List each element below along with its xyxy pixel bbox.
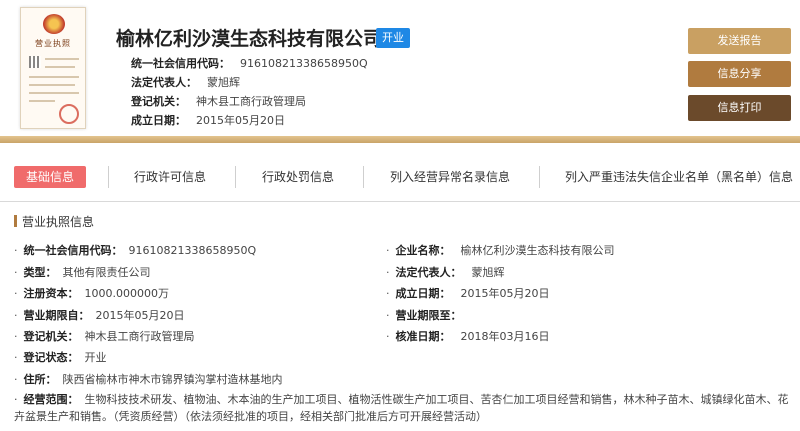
field-authority: · 登记机关： 神木县工商行政管理局 — [14, 328, 195, 344]
field-founded-label: 成立日期： — [395, 287, 451, 300]
field-reg-status-value: 开业 — [84, 351, 107, 364]
field-term-from: · 营业期限自： 2015年05月20日 — [14, 307, 185, 323]
header-authority-value: 神木县工商行政管理局 — [196, 95, 306, 108]
send-report-button[interactable]: 发送报告 — [688, 28, 791, 54]
field-business-scope: · 经营范围： 生物科技技术研发、植物油、木本油的生产加工项目、植物活性碳生产加工项… — [14, 391, 794, 425]
bullet-icon: · — [14, 309, 18, 322]
field-credit-code-value: 91610821338658950Q — [128, 244, 257, 257]
bullet-icon: · — [14, 330, 18, 343]
status-badge: 开业 — [376, 28, 410, 48]
info-tabs: 基础信息 行政许可信息 行政处罚信息 列入经营异常名录信息 列入严重违法失信企业… — [0, 152, 800, 202]
section-title-text: 营业执照信息 — [22, 215, 95, 229]
bullet-icon: · — [14, 244, 18, 257]
bullet-icon: · — [386, 244, 390, 257]
header-founded-label: 成立日期： — [131, 114, 186, 127]
field-address: · 住所： 陕西省榆林市神木市锦界镇沟掌村造林基地内 — [14, 371, 283, 387]
tab-abnormal-operation[interactable]: 列入经营异常名录信息 — [390, 166, 510, 188]
bullet-icon: · — [14, 373, 18, 386]
field-approval-date-label: 核准日期： — [395, 330, 451, 343]
field-capital-label: 注册资本： — [23, 287, 79, 300]
print-info-button[interactable]: 信息打印 — [688, 95, 791, 121]
header-authority-label: 登记机关： — [131, 95, 186, 108]
business-license-thumbnail[interactable]: 营业执照 — [20, 7, 86, 129]
field-credit-code-label: 统一社会信用代码： — [23, 244, 123, 257]
tab-blacklist[interactable]: 列入严重违法失信企业名单（黑名单）信息 — [565, 166, 793, 188]
field-type-label: 类型： — [23, 266, 57, 279]
tab-admin-penalty[interactable]: 行政处罚信息 — [262, 166, 334, 188]
header-founded-value: 2015年05月20日 — [196, 114, 285, 127]
section-marker — [14, 215, 17, 227]
tab-admin-license[interactable]: 行政许可信息 — [134, 166, 206, 188]
header-credit-code-value: 91610821338658950Q — [240, 57, 368, 70]
header-credit-code: 统一社会信用代码： 91610821338658950Q — [131, 55, 368, 71]
bullet-icon: · — [14, 287, 18, 300]
header-legal-rep-value: 蒙旭辉 — [207, 76, 240, 89]
field-type: · 类型： 其他有限责任公司 — [14, 264, 151, 280]
national-emblem-icon — [43, 14, 65, 34]
field-founded-value: 2015年05月20日 — [460, 287, 550, 300]
license-text-line — [29, 100, 55, 102]
tab-separator — [235, 166, 236, 188]
field-reg-status-label: 登记状态： — [23, 351, 79, 364]
bullet-icon: · — [14, 393, 18, 406]
field-reg-status: · 登记状态： 开业 — [14, 349, 107, 365]
field-approval-date: · 核准日期： 2018年03月16日 — [386, 328, 550, 344]
official-seal-icon — [59, 104, 79, 124]
bullet-icon: · — [14, 266, 18, 279]
field-company-name: · 企业名称： 榆林亿利沙漠生态科技有限公司 — [386, 242, 615, 258]
license-text-line — [45, 58, 79, 60]
share-info-button[interactable]: 信息分享 — [688, 61, 791, 87]
header-credit-code-label: 统一社会信用代码： — [131, 57, 230, 70]
field-business-scope-value: 生物科技技术研发、植物油、木本油的生产加工项目、植物活性碳生产加工项目、苦杏仁加… — [14, 393, 789, 423]
field-capital-value: 1000.000000万 — [84, 287, 169, 300]
qr-code-icon — [29, 56, 41, 68]
tab-separator — [539, 166, 540, 188]
field-type-value: 其他有限责任公司 — [62, 266, 151, 279]
license-text-line — [29, 76, 79, 78]
section-title: 营业执照信息 — [14, 213, 94, 230]
header-authority: 登记机关： 神木县工商行政管理局 — [131, 93, 306, 109]
field-term-to: · 营业期限至： — [386, 307, 472, 323]
license-text-line — [45, 66, 75, 68]
field-authority-label: 登记机关： — [23, 330, 79, 343]
bullet-icon: · — [386, 330, 390, 343]
field-credit-code: · 统一社会信用代码： 91610821338658950Q — [14, 242, 256, 258]
field-founded: · 成立日期： 2015年05月20日 — [386, 285, 550, 301]
field-authority-value: 神木县工商行政管理局 — [84, 330, 195, 343]
company-name: 榆林亿利沙漠生态科技有限公司 — [116, 28, 383, 50]
bullet-icon: · — [14, 351, 18, 364]
bullet-icon: · — [386, 266, 390, 279]
license-text-line — [29, 92, 79, 94]
tab-separator — [108, 166, 109, 188]
field-address-value: 陕西省榆林市神木市锦界镇沟掌村造林基地内 — [62, 373, 283, 386]
field-company-name-label: 企业名称： — [395, 244, 451, 257]
header-legal-rep-label: 法定代表人： — [131, 76, 197, 89]
header-legal-rep: 法定代表人： 蒙旭辉 — [131, 74, 240, 90]
license-thumbnail-title: 营业执照 — [35, 39, 71, 48]
bullet-icon: · — [386, 287, 390, 300]
field-legal-rep-label: 法定代表人： — [395, 266, 462, 279]
tab-basic-info[interactable]: 基础信息 — [14, 166, 87, 188]
bullet-icon: · — [386, 309, 390, 322]
field-term-to-label: 营业期限至： — [395, 309, 462, 322]
field-business-scope-label: 经营范围： — [23, 393, 79, 406]
field-term-from-label: 营业期限自： — [23, 309, 90, 322]
company-header: 营业执照 榆林亿利沙漠生态科技有限公司 开业 统一社会信用代码： 91610821… — [0, 0, 800, 136]
tab-separator — [363, 166, 364, 188]
license-text-line — [29, 84, 75, 86]
header-divider — [0, 136, 800, 143]
field-address-label: 住所： — [23, 373, 57, 386]
field-company-name-value: 榆林亿利沙漠生态科技有限公司 — [460, 244, 615, 257]
header-founded: 成立日期： 2015年05月20日 — [131, 112, 285, 128]
field-legal-rep-value: 蒙旭辉 — [471, 266, 505, 279]
field-term-from-value: 2015年05月20日 — [95, 309, 185, 322]
field-approval-date-value: 2018年03月16日 — [460, 330, 550, 343]
field-legal-rep: · 法定代表人： 蒙旭辉 — [386, 264, 505, 280]
field-capital: · 注册资本： 1000.000000万 — [14, 285, 169, 301]
